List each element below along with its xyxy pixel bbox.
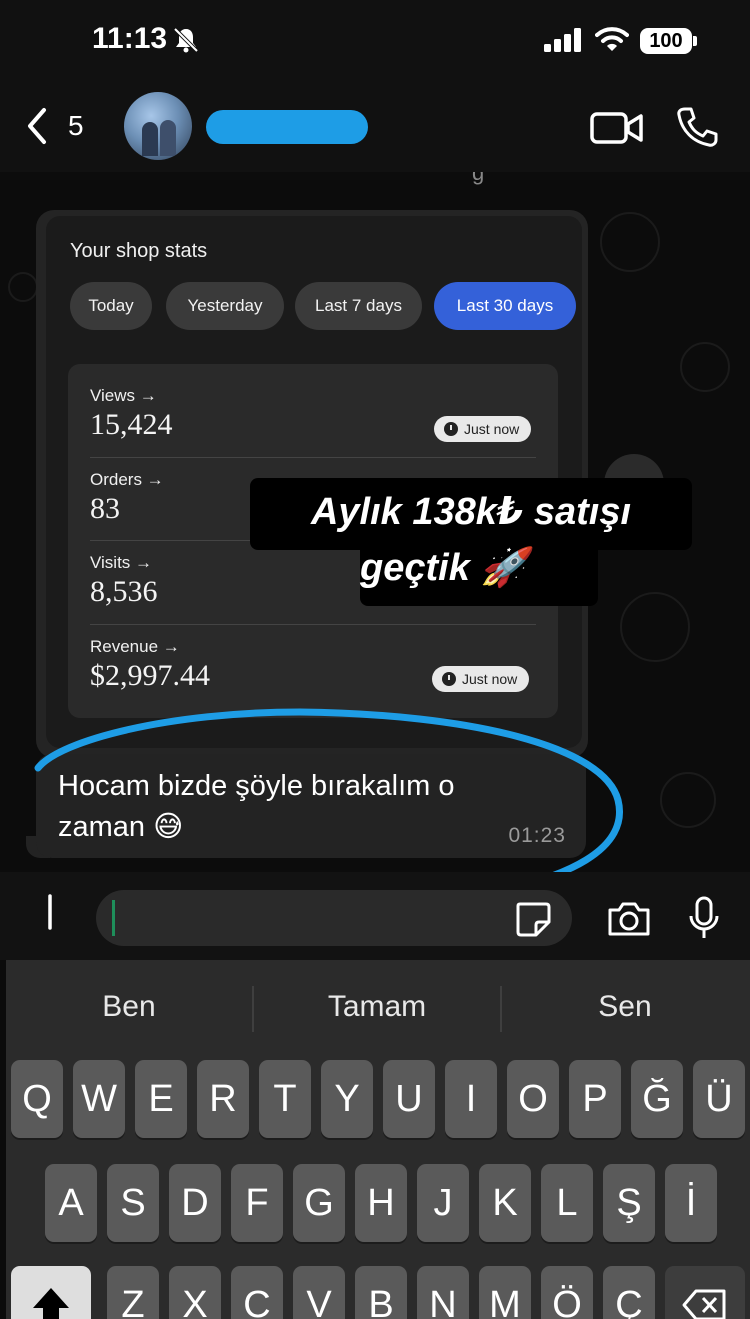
- status-bar: 11:13 100: [0, 0, 750, 80]
- avatar-person: [142, 122, 158, 156]
- contact-avatar[interactable]: [124, 92, 192, 160]
- key[interactable]: Ö: [541, 1266, 593, 1319]
- clock: 11:13: [92, 22, 168, 55]
- updated-badge: Just now: [434, 416, 532, 442]
- shift-key[interactable]: [11, 1266, 91, 1319]
- wallpaper-doodle: [600, 212, 660, 272]
- key[interactable]: V: [293, 1266, 345, 1319]
- wallpaper-doodle: [8, 272, 38, 302]
- updated-badge: Just now: [432, 666, 530, 692]
- plus-icon[interactable]: [30, 892, 70, 932]
- backspace-icon: [682, 1289, 726, 1319]
- key[interactable]: Q: [11, 1060, 63, 1138]
- suggestion-3[interactable]: Sen: [502, 990, 748, 1024]
- video-call-icon[interactable]: [590, 108, 644, 148]
- key[interactable]: F: [231, 1164, 283, 1242]
- key[interactable]: O: [507, 1060, 559, 1138]
- updated-text: Just now: [462, 671, 518, 687]
- story-caption: Aylık 138k₺ satışı geçtik 🚀: [250, 484, 692, 596]
- unread-count[interactable]: 5: [68, 110, 84, 142]
- divider: [90, 624, 536, 625]
- updated-text: Just now: [464, 421, 520, 437]
- key[interactable]: Z: [107, 1266, 159, 1319]
- tab-last-30-days[interactable]: Last 30 days: [434, 282, 576, 330]
- key[interactable]: Ç: [603, 1266, 655, 1319]
- clock-icon: [444, 422, 458, 436]
- wifi-icon: [595, 27, 629, 51]
- caption-line-2: geçtik 🚀: [360, 547, 528, 589]
- key[interactable]: P: [569, 1060, 621, 1138]
- key[interactable]: N: [417, 1266, 469, 1319]
- key[interactable]: J: [417, 1164, 469, 1242]
- back-chevron-icon[interactable]: [22, 106, 52, 146]
- signal-icon: [544, 28, 581, 52]
- key[interactable]: Ğ: [631, 1060, 683, 1138]
- redaction-scribble: [206, 110, 368, 144]
- muted-bell-icon: [173, 27, 199, 53]
- shift-arrow-icon: [33, 1288, 69, 1319]
- key[interactable]: T: [259, 1060, 311, 1138]
- key[interactable]: I: [445, 1060, 497, 1138]
- avatar-person: [160, 120, 176, 156]
- key[interactable]: K: [479, 1164, 531, 1242]
- tab-last-7-days[interactable]: Last 7 days: [295, 282, 422, 330]
- shop-stats-title: Your shop stats: [70, 240, 208, 262]
- wallpaper-doodle: [620, 592, 690, 662]
- key[interactable]: B: [355, 1266, 407, 1319]
- sticker-icon[interactable]: [514, 900, 552, 938]
- key[interactable]: S: [107, 1164, 159, 1242]
- key[interactable]: E: [135, 1060, 187, 1138]
- composer-bar: [0, 872, 750, 960]
- key[interactable]: W: [73, 1060, 125, 1138]
- battery-indicator: 100: [640, 28, 692, 54]
- keyboard: Ben Tamam Sen Q W E R T Y U I O P Ğ Ü A …: [6, 960, 750, 1319]
- key[interactable]: R: [197, 1060, 249, 1138]
- key[interactable]: Ş: [603, 1164, 655, 1242]
- caption-line-1: Aylık 138k₺ satışı: [310, 491, 632, 533]
- key[interactable]: A: [45, 1164, 97, 1242]
- key[interactable]: Y: [321, 1060, 373, 1138]
- tab-today[interactable]: Today: [70, 282, 152, 330]
- delete-key[interactable]: [665, 1266, 745, 1319]
- microphone-icon[interactable]: [688, 896, 720, 940]
- key[interactable]: H: [355, 1164, 407, 1242]
- suggestion-bar: Ben Tamam Sen: [6, 960, 750, 1056]
- phone-call-icon[interactable]: [676, 106, 718, 148]
- suggestion-1[interactable]: Ben: [6, 990, 252, 1024]
- key[interactable]: D: [169, 1164, 221, 1242]
- key[interactable]: G: [293, 1164, 345, 1242]
- key[interactable]: L: [541, 1164, 593, 1242]
- chat-header: 5 Be: [0, 80, 750, 172]
- divider: [90, 457, 536, 458]
- wallpaper-doodle: [680, 342, 730, 392]
- suggestion-2[interactable]: Tamam: [254, 990, 500, 1024]
- battery-tip: [693, 36, 697, 46]
- key[interactable]: U: [383, 1060, 435, 1138]
- clock-icon: [442, 672, 456, 686]
- key[interactable]: İ: [665, 1164, 717, 1242]
- camera-icon[interactable]: [606, 900, 652, 938]
- key[interactable]: Ü: [693, 1060, 745, 1138]
- text-cursor: [112, 900, 115, 936]
- metric-label: Views →: [90, 386, 157, 405]
- key[interactable]: X: [169, 1266, 221, 1319]
- key[interactable]: C: [231, 1266, 283, 1319]
- tab-yesterday[interactable]: Yesterday: [166, 282, 284, 330]
- previous-message-fragment: g: [472, 172, 485, 185]
- metric-label: Revenue →: [90, 637, 180, 656]
- key[interactable]: M: [479, 1266, 531, 1319]
- message-input[interactable]: [96, 890, 572, 946]
